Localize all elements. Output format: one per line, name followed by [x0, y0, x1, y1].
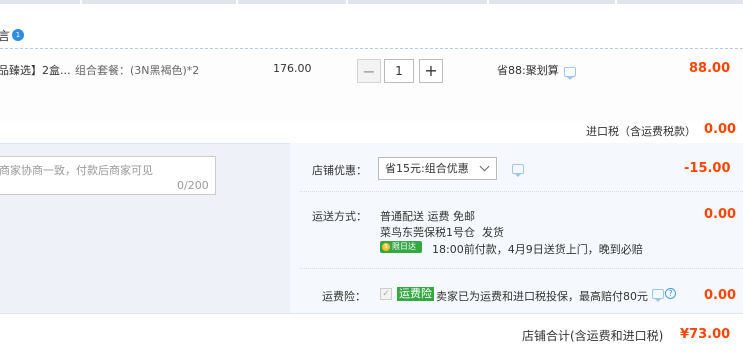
item-unit-price: 176.00 [273, 62, 312, 75]
divider [300, 191, 743, 192]
shipping-promise: 18:00前付款，4月9日送货上门，晚到必赔 [432, 243, 643, 256]
insurance-label: 运费险： [322, 290, 366, 303]
insurance-badge: 运费险 [397, 287, 434, 301]
quantity-input[interactable]: 1 [384, 59, 414, 83]
shop-header-row [0, 22, 743, 49]
clock-icon: $ [382, 243, 390, 251]
shop-total-label: 店铺合计(含运费和进口税) [522, 329, 664, 343]
insurance-chat-icon[interactable] [652, 289, 664, 302]
shipping-warehouse: 菜鸟东莞保税1号仓 [380, 226, 475, 239]
buyer-message-placeholder: 商家协商一致，付款后商家可见 [0, 164, 153, 177]
shop-badge-icon: 1 [12, 29, 24, 41]
item-title-link[interactable]: 品臻选】2盒... [0, 62, 71, 78]
item-subtotal: 88.00 [689, 61, 731, 76]
insurance-text: 卖家已为运费和进口税投保，最高赔付80元 [436, 290, 648, 303]
shipping-method: 普通配送 运费 免邮 [380, 210, 475, 223]
divider [300, 268, 743, 269]
shipping-dispatch: 发货 [482, 226, 504, 239]
promo-chat-icon[interactable] [564, 67, 576, 80]
quantity-plus-button[interactable]: + [419, 59, 443, 83]
top-divider [0, 0, 743, 4]
quantity-minus-button[interactable]: − [357, 59, 381, 83]
item-sku: 组合套餐：(3N黑褐色)*2 [75, 64, 200, 77]
shop-total-value: ¥73.00 [680, 327, 731, 342]
coupon-select[interactable]: 省15元:组合优惠 [378, 157, 497, 180]
shipping-value: 0.00 [704, 207, 737, 222]
tax-label: 进口税（含运费税款） [586, 125, 696, 138]
insurance-value: 0.00 [704, 288, 737, 303]
tax-value: 0.00 [704, 122, 737, 137]
shop-name[interactable]: 言 [0, 27, 10, 44]
buyer-message-counter: 0/200 [177, 179, 209, 192]
same-day-badge: $ 限日达 [380, 241, 422, 253]
help-icon[interactable]: ? [665, 288, 676, 299]
item-promo: 省88:聚划算 [497, 64, 559, 77]
coupon-value: -15.00 [684, 161, 731, 176]
coupon-chat-icon[interactable] [512, 164, 524, 177]
coupon-label: 店铺优惠： [312, 164, 367, 177]
shipping-label: 运送方式： [312, 210, 367, 223]
insurance-checkbox[interactable]: ✓ [380, 288, 392, 300]
same-day-text: 限日达 [392, 242, 416, 251]
